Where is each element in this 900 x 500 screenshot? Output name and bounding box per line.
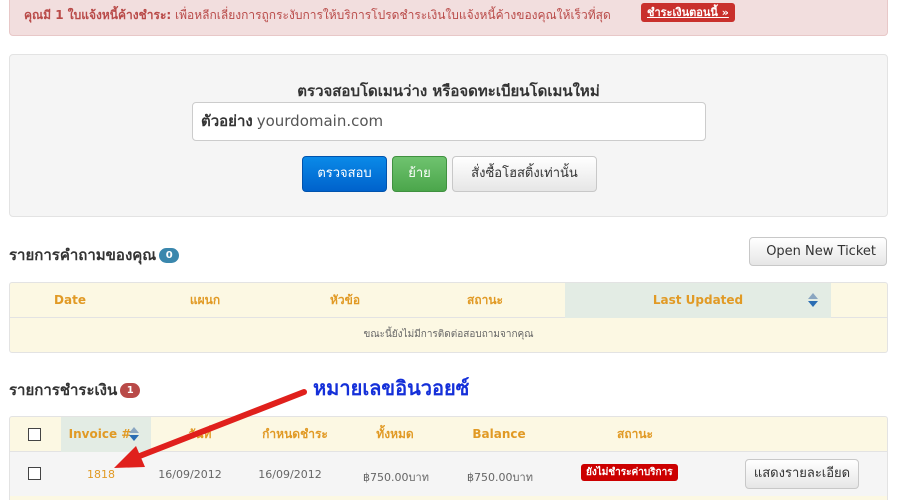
annotation-arrow-shaft	[129, 389, 307, 462]
annotation-arrow-head	[114, 446, 145, 468]
annotation-arrow-icon	[114, 389, 307, 468]
